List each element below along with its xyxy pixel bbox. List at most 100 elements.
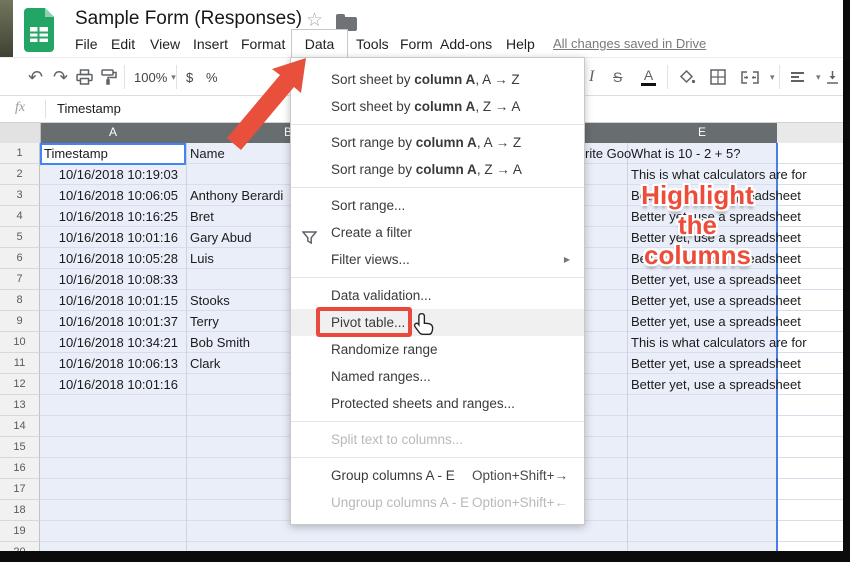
menu-item-data-validation[interactable]: Data validation... [291, 282, 584, 309]
menubar-item-view[interactable]: View [150, 31, 180, 57]
grid-row-20[interactable] [40, 542, 843, 551]
cell-b4[interactable]: Bret [190, 206, 214, 227]
menubar-item-tools[interactable]: Tools [356, 31, 389, 57]
menu-item-sort-range-by-column-a-z-a[interactable]: Sort range by column A, Z → A [291, 156, 584, 183]
menubar-item-data-open[interactable]: Data [291, 29, 348, 59]
cell-a11[interactable]: 10/16/2018 10:06:13 [40, 353, 178, 374]
menubar-item-help[interactable]: Help [506, 31, 535, 57]
cell-a7[interactable]: 10/16/2018 10:08:33 [40, 269, 178, 290]
cell-b1[interactable]: Name [190, 143, 225, 164]
paint-format-button[interactable] [101, 58, 117, 96]
row-header-15[interactable]: 15 [0, 437, 40, 458]
cell-e10[interactable]: This is what calculators are for [631, 332, 807, 353]
menu-item-named-ranges[interactable]: Named ranges... [291, 363, 584, 390]
merge-dropdown-icon[interactable]: ▾ [770, 58, 775, 96]
row-header-9[interactable]: 9 [0, 311, 40, 332]
row-header-20[interactable]: 20 [0, 542, 40, 551]
row-header-11[interactable]: 11 [0, 353, 40, 374]
cell-b10[interactable]: Bob Smith [190, 332, 250, 353]
cell-b6[interactable]: Luis [190, 248, 214, 269]
menubar-item-form[interactable]: Form [400, 31, 433, 57]
align-dropdown-icon[interactable]: ▾ [816, 58, 821, 96]
cell-a9[interactable]: 10/16/2018 10:01:37 [40, 311, 178, 332]
row-header-12[interactable]: 12 [0, 374, 40, 395]
menubar-item-format[interactable]: Format [241, 31, 285, 57]
cell-e8[interactable]: Better yet, use a spreadsheet [631, 290, 801, 311]
menubar-item-insert[interactable]: Insert [193, 31, 228, 57]
menu-item-filter-views[interactable]: Filter views... ▶ [291, 246, 584, 273]
cell-a12[interactable]: 10/16/2018 10:01:16 [40, 374, 178, 395]
print-button[interactable] [76, 58, 93, 96]
row-header-18[interactable]: 18 [0, 500, 40, 521]
row-header-17[interactable]: 17 [0, 479, 40, 500]
menu-item-create-a-filter[interactable]: Create a filter [291, 219, 584, 246]
saved-status-link[interactable]: All changes saved in Drive [553, 34, 706, 54]
row-header-14[interactable]: 14 [0, 416, 40, 437]
cell-e7[interactable]: Better yet, use a spreadsheet [631, 269, 801, 290]
zoom-select[interactable]: 100% ▾ [134, 58, 176, 96]
vertical-align-button[interactable] [826, 58, 839, 96]
menu-shortcut: Option+Shift+→ [471, 468, 568, 483]
google-sheets-logo-icon[interactable] [22, 8, 56, 52]
cell-e9[interactable]: Better yet, use a spreadsheet [631, 311, 801, 332]
menu-item-sort-range-by-column-a-a-z[interactable]: Sort range by column A, A → Z [291, 129, 584, 156]
column-header-a[interactable]: A [109, 121, 117, 143]
format-percent-button[interactable]: % [206, 58, 218, 96]
document-title[interactable]: Sample Form (Responses) [75, 8, 302, 30]
cell-d1-fragment[interactable]: rite Goo [585, 143, 631, 164]
row-header-13[interactable]: 13 [0, 395, 40, 416]
menubar-item-file[interactable]: File [75, 31, 98, 57]
menu-item-randomize-range[interactable]: Randomize range [291, 336, 584, 363]
italic-button[interactable]: I [589, 58, 594, 96]
row-header-16[interactable]: 16 [0, 458, 40, 479]
cell-b5[interactable]: Gary Abud [190, 227, 251, 248]
row-header-2[interactable]: 2 [0, 164, 40, 185]
cell-a5[interactable]: 10/16/2018 10:01:16 [40, 227, 178, 248]
menu-separator [291, 187, 584, 188]
menubar-item-addons[interactable]: Add-ons [440, 31, 492, 57]
formula-bar-value[interactable]: Timestamp [57, 101, 121, 116]
row-header-5[interactable]: 5 [0, 227, 40, 248]
menu-item-sort-range[interactable]: Sort range... [291, 192, 584, 219]
cell-a4[interactable]: 10/16/2018 10:16:25 [40, 206, 178, 227]
cell-e1[interactable]: What is 10 - 2 + 5? [631, 143, 740, 164]
column-header-f[interactable] [777, 121, 843, 144]
menu-item-ungroup-columns-a-e: Ungroup columns A - E Option+Shift+← [291, 489, 584, 516]
select-all-corner[interactable] [0, 121, 41, 144]
cell-b8[interactable]: Stooks [190, 290, 230, 311]
row-header-19[interactable]: 19 [0, 521, 40, 542]
fill-color-button[interactable] [679, 58, 696, 96]
row-header-7[interactable]: 7 [0, 269, 40, 290]
cell-a10[interactable]: 10/16/2018 10:34:21 [40, 332, 178, 353]
merge-cells-button[interactable] [741, 58, 759, 96]
cell-b11[interactable]: Clark [190, 353, 220, 374]
menu-item-sort-sheet-by-column-a-a-z[interactable]: Sort sheet by column A, A → Z [291, 66, 584, 93]
redo-button[interactable]: ↷ [53, 58, 68, 96]
cell-b9[interactable]: Terry [190, 311, 219, 332]
row-header-3[interactable]: 3 [0, 185, 40, 206]
horizontal-align-button[interactable] [790, 58, 805, 96]
row-header-10[interactable]: 10 [0, 332, 40, 353]
cell-a3[interactable]: 10/16/2018 10:06:05 [40, 185, 178, 206]
cell-e11[interactable]: Better yet, use a spreadsheet [631, 353, 801, 374]
cell-a8[interactable]: 10/16/2018 10:01:15 [40, 290, 178, 311]
column-header-e[interactable]: E [698, 121, 706, 143]
cell-e12[interactable]: Better yet, use a spreadsheet [631, 374, 801, 395]
menu-item-sort-sheet-by-column-a-z-a[interactable]: Sort sheet by column A, Z → A [291, 93, 584, 120]
undo-button[interactable]: ↶ [28, 58, 43, 96]
cell-a1[interactable]: Timestamp [44, 143, 108, 164]
row-header-6[interactable]: 6 [0, 248, 40, 269]
cell-a6[interactable]: 10/16/2018 10:05:28 [40, 248, 178, 269]
format-currency-button[interactable]: $ [186, 58, 193, 96]
strikethrough-button[interactable]: S [613, 58, 622, 96]
menubar-item-edit[interactable]: Edit [111, 31, 135, 57]
cell-a2[interactable]: 10/16/2018 10:19:03 [40, 164, 178, 185]
row-header-8[interactable]: 8 [0, 290, 40, 311]
text-color-button[interactable]: A [641, 58, 656, 96]
menu-item-group-columns-a-e[interactable]: Group columns A - E Option+Shift+→ [291, 462, 584, 489]
row-header-4[interactable]: 4 [0, 206, 40, 227]
borders-button[interactable] [710, 58, 726, 96]
row-header-1[interactable]: 1 [0, 143, 40, 164]
menu-item-protected-sheets-and-ranges[interactable]: Protected sheets and ranges... [291, 390, 584, 417]
cell-b3[interactable]: Anthony Berardi [190, 185, 283, 206]
